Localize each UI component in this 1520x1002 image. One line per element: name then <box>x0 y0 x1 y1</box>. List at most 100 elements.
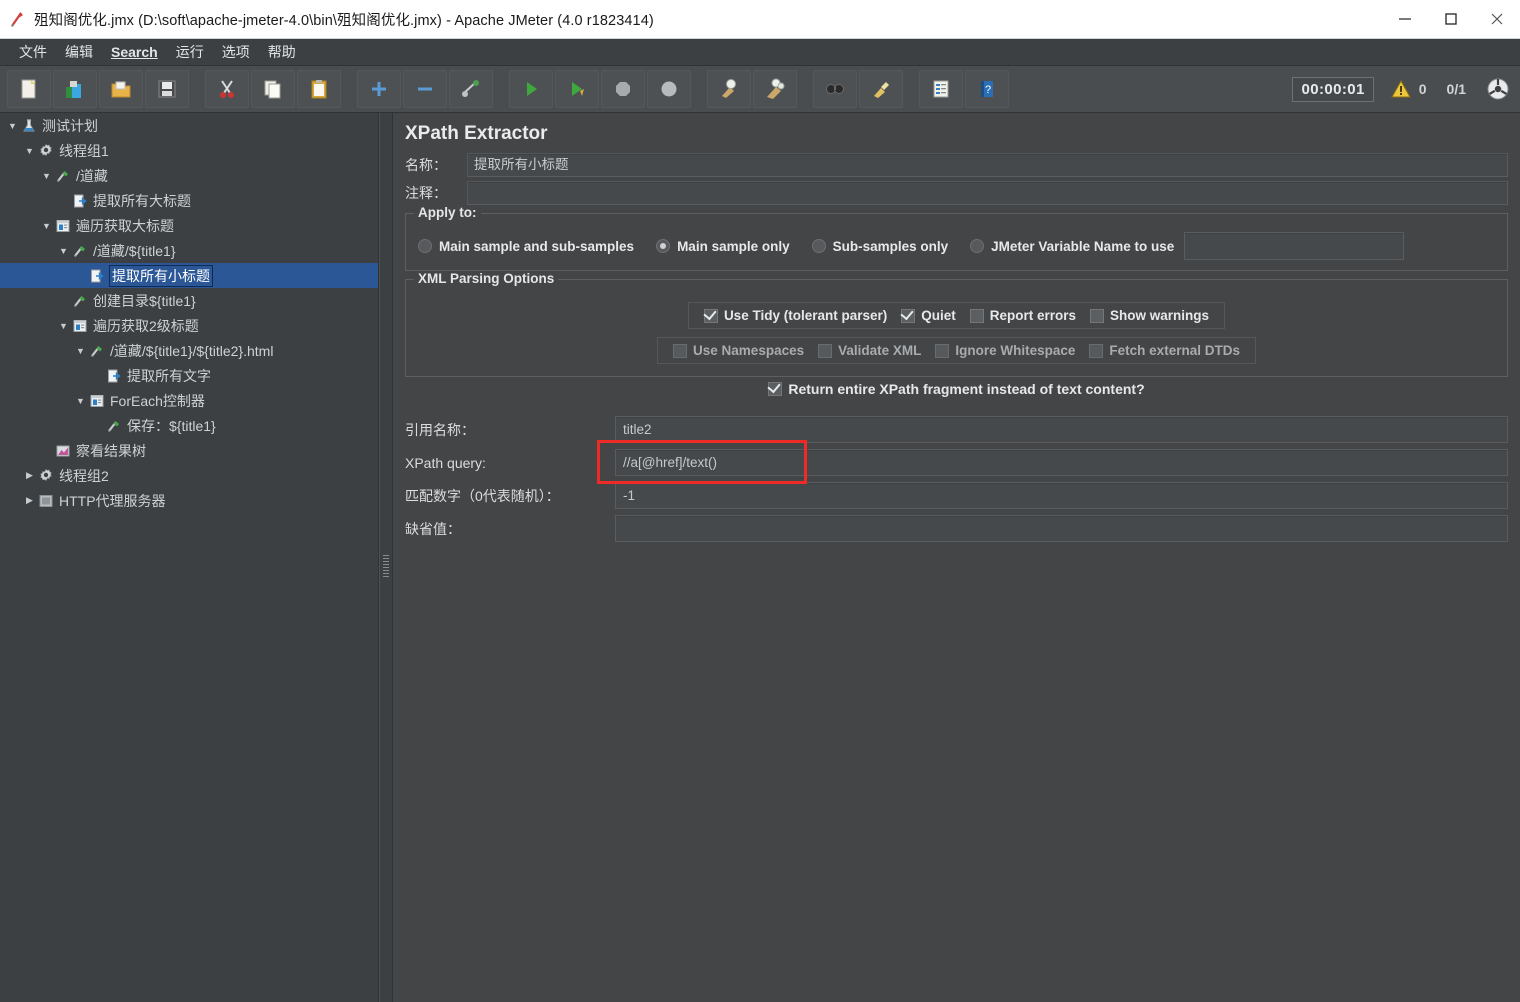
function-helper-icon[interactable] <box>919 70 963 108</box>
tree-node-label: /道藏 <box>76 167 108 184</box>
chevron-down-icon[interactable]: ▼ <box>74 396 87 406</box>
chevron-down-icon[interactable]: ▼ <box>6 121 19 131</box>
menu-item-search[interactable]: Search <box>102 41 167 63</box>
menu-item-edit[interactable]: 编辑 <box>56 39 102 65</box>
radio-label: Sub-samples only <box>832 238 949 254</box>
reference-name-input[interactable]: title2 <box>615 416 1508 443</box>
checkbox-icon <box>818 343 833 358</box>
menu-item-run[interactable]: 运行 <box>167 39 213 65</box>
tree-node[interactable]: 创建目录${title1} <box>0 288 378 313</box>
help-icon[interactable]: ? <box>965 70 1009 108</box>
checkbox-use-namespaces[interactable]: Use Namespaces <box>673 343 804 358</box>
jmeter-variable-input[interactable] <box>1184 232 1405 260</box>
checkbox-validate-xml[interactable]: Validate XML <box>818 343 921 358</box>
tree-node[interactable]: ▼ /道藏/${title1}/${title2}.html <box>0 338 378 363</box>
checkbox-fetch-external-dtds[interactable]: Fetch external DTDs <box>1089 343 1240 358</box>
radio-jmeter-variable[interactable]: JMeter Variable Name to use <box>970 239 1174 254</box>
tree-node-label: 保存：${title1} <box>127 417 216 434</box>
collapse-all-icon[interactable] <box>403 70 447 108</box>
tree-node[interactable]: ▼ 测试计划 <box>0 113 378 138</box>
xpath-query-label: XPath query: <box>405 454 486 471</box>
menu-item-options[interactable]: 选项 <box>213 39 259 65</box>
chevron-down-icon[interactable]: ▼ <box>40 221 53 231</box>
tree-node[interactable]: 提取所有小标题 <box>0 263 378 288</box>
tree-node[interactable]: ▼ 线程组1 <box>0 138 378 163</box>
chevron-down-icon[interactable]: ▼ <box>23 146 36 156</box>
match-number-input[interactable]: -1 <box>615 482 1508 509</box>
new-icon[interactable] <box>7 70 51 108</box>
view-results-tree-icon <box>53 443 73 459</box>
chevron-down-icon[interactable]: ▼ <box>40 171 53 181</box>
radio-main-only[interactable]: Main sample only <box>656 239 790 254</box>
shutdown-icon[interactable] <box>647 70 691 108</box>
copy-icon[interactable] <box>251 70 295 108</box>
checkbox-checked-icon <box>901 308 916 323</box>
chevron-down-icon[interactable]: ▼ <box>74 346 87 356</box>
checkbox-use-tidy[interactable]: Use Tidy (tolerant parser) <box>703 308 887 323</box>
checkbox-show-warnings[interactable]: Show warnings <box>1090 308 1209 323</box>
comment-input[interactable] <box>467 181 1508 205</box>
tree-node[interactable]: 察看结果树 <box>0 438 378 463</box>
xpath-query-input[interactable]: //a[@href]/text() <box>615 449 1508 476</box>
radio-circle-icon <box>418 239 432 253</box>
templates-icon[interactable] <box>53 70 97 108</box>
save-icon[interactable] <box>145 70 189 108</box>
main-split: ▼ 测试计划 ▼ 线程组1 ▼ /道藏 提取所有大标题 ▼ 遍历获取大标题 ▼ /道藏/${titl… <box>0 113 1520 1002</box>
chevron-down-icon[interactable]: ▼ <box>57 321 70 331</box>
remote-engine-icon[interactable] <box>1486 77 1510 101</box>
radio-sub-only[interactable]: Sub-samples only <box>811 238 949 254</box>
warning-triangle-icon[interactable] <box>1390 79 1412 99</box>
tree-node-label: 察看结果树 <box>76 442 146 459</box>
open-icon[interactable] <box>99 70 143 108</box>
window-title-bar: 殂知阁优化.jmx (D:\soft\apache-jmeter-4.0\bin… <box>0 0 1520 39</box>
checkbox-label: Ignore Whitespace <box>955 343 1076 358</box>
test-plan-flask-icon <box>19 118 39 134</box>
tree-node[interactable]: ▼ /道藏/${title1} <box>0 238 378 263</box>
test-plan-tree[interactable]: ▼ 测试计划 ▼ 线程组1 ▼ /道藏 提取所有大标题 ▼ 遍历获取大标题 ▼ /道藏/${titl… <box>0 113 379 1002</box>
http-sampler-pen-icon <box>70 293 90 309</box>
chevron-right-icon[interactable]: ▶ <box>23 470 36 481</box>
start-icon[interactable] <box>509 70 553 108</box>
stop-icon[interactable] <box>601 70 645 108</box>
cut-icon[interactable] <box>205 70 249 108</box>
tree-node[interactable]: ▼ 遍历获取大标题 <box>0 213 378 238</box>
search-icon[interactable] <box>813 70 857 108</box>
tree-node[interactable]: 保存：${title1} <box>0 413 378 438</box>
expand-all-icon[interactable] <box>357 70 401 108</box>
default-value-input[interactable] <box>615 515 1508 542</box>
tree-node[interactable]: ▼ ForEach控制器 <box>0 388 378 413</box>
minimize-button[interactable] <box>1382 0 1428 38</box>
tree-node[interactable]: ▼ /道藏 <box>0 163 378 188</box>
tree-node[interactable]: 提取所有大标题 <box>0 188 378 213</box>
menu-item-help[interactable]: 帮助 <box>259 39 305 65</box>
chevron-down-icon[interactable]: ▼ <box>57 246 70 256</box>
radio-circle-icon <box>811 239 826 253</box>
toggle-icon[interactable] <box>449 70 493 108</box>
chevron-right-icon[interactable]: ▶ <box>23 495 36 506</box>
reset-search-icon[interactable] <box>859 70 903 108</box>
controller-module-icon <box>87 393 107 409</box>
name-input[interactable]: 提取所有小标题 <box>467 153 1508 177</box>
split-divider[interactable] <box>379 113 393 1002</box>
checkbox-report-errors[interactable]: Report errors <box>969 308 1076 323</box>
maximize-button[interactable] <box>1428 0 1474 38</box>
close-button[interactable] <box>1474 0 1520 38</box>
tree-node[interactable]: ▼ 遍历获取2级标题 <box>0 313 378 338</box>
split-grip[interactable] <box>383 555 389 577</box>
radio-main-and-sub[interactable]: Main sample and sub-samples <box>418 239 634 254</box>
checkbox-ignore-whitespace[interactable]: Ignore Whitespace <box>935 343 1075 358</box>
tree-node[interactable]: 提取所有文字 <box>0 363 378 388</box>
window-controls <box>1382 0 1520 38</box>
checkbox-return-fragment[interactable]: Return entire XPath fragment instead of … <box>768 381 1145 397</box>
tree-node[interactable]: ▶ 线程组2 <box>0 463 378 488</box>
checkbox-quiet[interactable]: Quiet <box>901 308 956 323</box>
xml-parsing-row-2: Use Namespaces Validate XML Ignore White… <box>657 337 1256 364</box>
clear-icon[interactable] <box>707 70 751 108</box>
checkbox-icon <box>1089 343 1104 358</box>
clear-all-icon[interactable] <box>753 70 797 108</box>
paste-icon[interactable] <box>297 70 341 108</box>
return-fragment-row: Return entire XPath fragment instead of … <box>393 377 1520 403</box>
tree-node[interactable]: ▶ HTTP代理服务器 <box>0 488 378 513</box>
start-no-pause-icon[interactable] <box>555 70 599 108</box>
menu-item-file[interactable]: 文件 <box>10 39 56 65</box>
